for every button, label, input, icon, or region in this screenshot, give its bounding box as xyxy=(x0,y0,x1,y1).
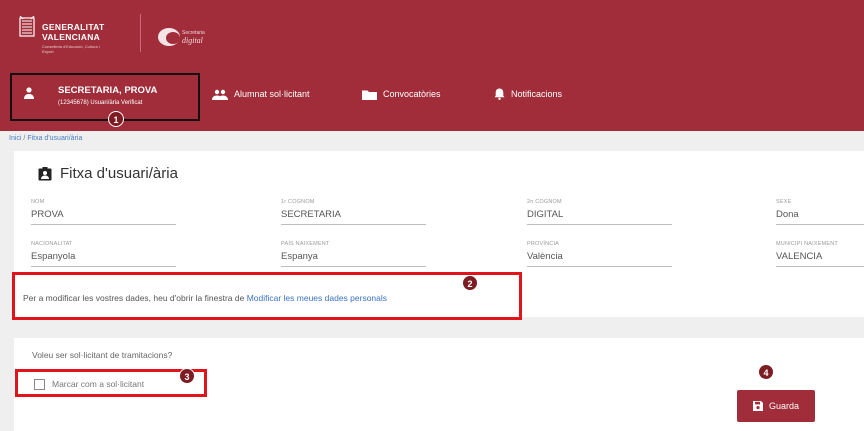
step-badge-3: 3 xyxy=(179,368,195,384)
modify-data-notice: Per a modificar les vostres dades, heu d… xyxy=(12,272,522,320)
modify-personal-data-link[interactable]: Modificar les meues dades personals xyxy=(247,293,387,303)
field-label: PROVÍNCIA xyxy=(527,241,560,247)
field-value: Dona xyxy=(776,209,864,225)
step-badge-2: 2 xyxy=(462,275,478,291)
field-label: 1r COGNOM xyxy=(281,199,315,205)
field-label: MUNICIPI NAIXEMENT xyxy=(776,241,838,247)
nav-label: Notificacions xyxy=(511,89,563,99)
field-label: SEXE xyxy=(776,199,792,205)
field-nom: NOM PROVA xyxy=(31,199,176,225)
field-value: VALENCIA xyxy=(776,251,864,267)
breadcrumb-current[interactable]: Fitxa d'usuari/ària xyxy=(27,135,82,142)
page-title: Fitxa d'usuari/ària xyxy=(38,165,178,182)
org-name-line1: GENERALITAT xyxy=(42,22,105,32)
id-card-icon xyxy=(38,166,52,180)
field-provincia: PROVÍNCIA València xyxy=(527,241,672,267)
field-segon-cognom: 2n COGNOM DIGITAL xyxy=(527,199,672,225)
save-button[interactable]: Guarda xyxy=(737,390,815,422)
page-title-text: Fitxa d'usuari/ària xyxy=(60,165,178,182)
field-pais-naixement: PAÍS NAIXEMENT Espanya xyxy=(281,241,426,267)
nav-label: Convocatòries xyxy=(383,89,441,99)
save-button-label: Guarda xyxy=(768,401,800,411)
requester-checkbox[interactable] xyxy=(34,379,45,390)
field-sexe: SEXE Dona xyxy=(776,199,864,225)
step-badge-1: 1 xyxy=(108,111,124,127)
folder-icon xyxy=(362,90,377,100)
field-value: Espanya xyxy=(281,251,426,267)
nav-notificacions[interactable]: Notificacions xyxy=(494,86,562,102)
modify-data-text: Per a modificar les vostres dades, heu d… xyxy=(23,293,388,303)
field-value: PROVA xyxy=(31,209,176,225)
nav-convocatories[interactable]: Convocatòries xyxy=(362,86,441,102)
user-detail: (12345678) Usuari/ària Verificat xyxy=(58,100,143,106)
field-value: València xyxy=(527,251,672,267)
digital-logo-text: digital xyxy=(182,36,203,45)
requester-checkbox-area: Marcar com a sol·licitant xyxy=(15,369,207,397)
field-label: NACIONALITAT xyxy=(31,241,73,247)
field-nacionalitat: NACIONALITAT Espanyola xyxy=(31,241,176,267)
header-divider xyxy=(140,14,141,52)
field-label: PAÍS NAIXEMENT xyxy=(281,241,330,247)
nav-label: Alumnat sol·licitant xyxy=(234,89,310,99)
step-badge-4: 4 xyxy=(758,364,774,380)
field-primer-cognom: 1r COGNOM SECRETARIA xyxy=(281,199,426,225)
field-label: NOM xyxy=(31,199,45,205)
app-header: GENERALITAT VALENCIANA Conselleria d'Edu… xyxy=(0,0,864,131)
breadcrumb: Inici / Fitxa d'usuari/ària xyxy=(9,135,82,142)
generalitat-logo[interactable]: GENERALITAT VALENCIANA Conselleria d'Edu… xyxy=(18,12,128,64)
requester-question: Voleu ser sol·licitant de tramitacions? xyxy=(32,350,173,360)
nav-alumnat-solicitant[interactable]: Alumnat sol·licitant xyxy=(212,86,310,102)
save-disk-icon xyxy=(752,401,763,411)
user-name: SECRETARIA, PROVA xyxy=(58,85,158,96)
user-icon xyxy=(24,87,34,99)
field-municipi-naixement: MUNICIPI NAIXEMENT VALENCIA xyxy=(776,241,864,267)
org-department: Conselleria d'Educació, Cultura i Esport xyxy=(42,44,100,54)
generalitat-emblem-icon xyxy=(19,16,35,37)
breadcrumb-home-link[interactable]: Inici xyxy=(9,135,21,142)
bell-icon xyxy=(494,88,505,100)
field-value: DIGITAL xyxy=(527,209,672,225)
field-label: 2n COGNOM xyxy=(527,199,562,205)
breadcrumb-separator: / xyxy=(23,135,26,142)
field-value: SECRETARIA xyxy=(281,209,426,225)
group-users-icon xyxy=(212,89,228,100)
org-name-line2: VALENCIANA xyxy=(42,32,101,42)
field-value: Espanyola xyxy=(31,251,176,267)
requester-checkbox-label[interactable]: Marcar com a sol·licitant xyxy=(52,379,144,389)
user-menu[interactable]: SECRETARIA, PROVA (12345678) Usuari/ària… xyxy=(10,73,200,121)
